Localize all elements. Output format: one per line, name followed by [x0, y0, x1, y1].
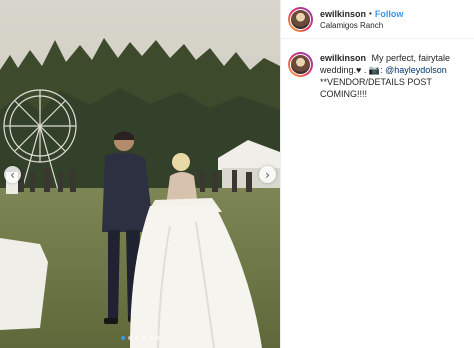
carousel-dot	[120, 336, 125, 340]
caption-avatar[interactable]	[288, 52, 313, 77]
avatar[interactable]	[288, 6, 313, 32]
avatar-image	[290, 8, 311, 30]
carousel-dot	[148, 336, 153, 340]
carousel-indicator	[0, 336, 280, 340]
avatar-image	[290, 54, 311, 75]
caption-username-link[interactable]: ewilkinson	[320, 53, 366, 63]
caption-line-2: wedding.	[320, 65, 357, 75]
carousel-dot	[141, 336, 146, 340]
carousel-dot	[127, 336, 132, 340]
carousel-prev-button[interactable]: ‹	[4, 166, 21, 183]
post-header: ewilkinson • Follow Calamigos Ranch	[281, 0, 474, 39]
caption-line-3: **VENDOR/DETAILS POST COMING!!!!	[320, 77, 432, 99]
carousel-dot	[134, 336, 139, 340]
location-link[interactable]: Calamigos Ranch	[320, 20, 403, 31]
post-photo[interactable]: ‹ ›	[0, 0, 280, 348]
wedding-photo-image	[0, 0, 280, 348]
header-top-row: ewilkinson • Follow	[320, 8, 403, 20]
header-text: ewilkinson • Follow Calamigos Ranch	[320, 8, 403, 31]
caption-line-1: My perfect, fairytale	[371, 53, 451, 63]
username-link[interactable]: ewilkinson	[320, 8, 366, 20]
carousel-dot	[155, 336, 160, 340]
carousel-next-button[interactable]: ›	[259, 166, 276, 183]
separator-dot: •	[369, 8, 372, 18]
caption: ewilkinson My perfect, fairytale wedding…	[281, 39, 474, 100]
follow-button[interactable]: Follow	[375, 8, 404, 20]
mention-link[interactable]: @hayleydolson	[385, 65, 447, 75]
caption-emoji: ♥ . 📷:	[356, 65, 383, 75]
caption-text: ewilkinson My perfect, fairytale wedding…	[320, 52, 466, 100]
post-side-panel: ewilkinson • Follow Calamigos Ranch ewil…	[280, 0, 474, 348]
